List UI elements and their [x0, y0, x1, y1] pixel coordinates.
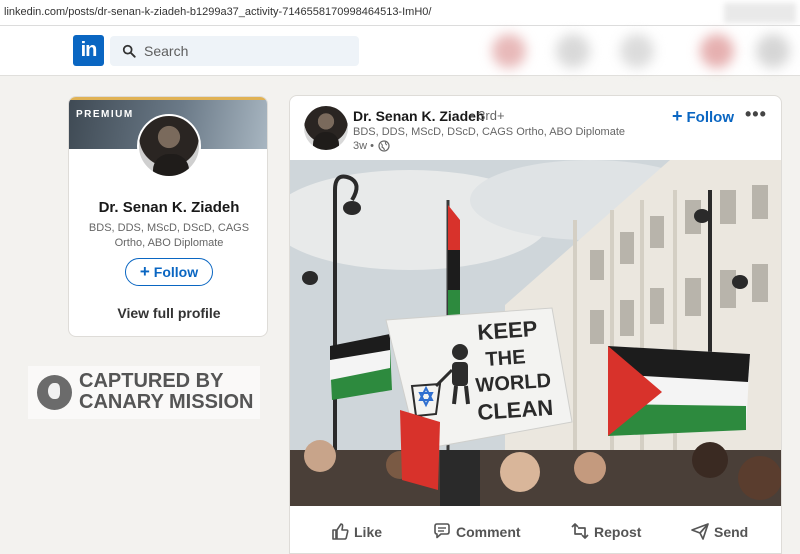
send-button[interactable]: Send [690, 520, 760, 544]
like-label: Like [354, 524, 383, 540]
post-card: Dr. Senan K. Ziadeh • 3rd+ BDS, DDS, MSc… [289, 95, 782, 554]
post-action-bar: Like Comment Repost Send [290, 510, 781, 553]
canary-bird-icon [37, 375, 72, 410]
sign-word-2: THE [485, 346, 526, 371]
view-full-profile-link[interactable]: View full profile [69, 305, 267, 321]
repost-icon [571, 523, 589, 539]
blurred-nav-icon[interactable] [556, 34, 590, 68]
comment-button[interactable]: Comment [432, 520, 532, 544]
profile-credentials: BDS, DDS, MScD, DScD, CAGS Ortho, ABO Di… [88, 222, 250, 249]
blurred-nav-icon[interactable] [700, 34, 734, 68]
connection-degree: • 3rd+ [470, 108, 505, 123]
search-input[interactable] [144, 41, 344, 61]
more-options-icon[interactable]: ••• [745, 104, 767, 125]
profile-avatar[interactable] [137, 114, 201, 178]
profile-follow-button[interactable]: + Follow [125, 258, 213, 286]
comment-icon [434, 523, 450, 539]
plus-icon: + [139, 262, 150, 281]
url-text[interactable]: linkedin.com/posts/dr-senan-k-ziadeh-b12… [4, 6, 431, 18]
follow-label: Follow [153, 264, 199, 280]
post-follow-button[interactable]: + Follow [672, 106, 734, 127]
comment-label: Comment [456, 524, 521, 540]
plus-icon: + [672, 106, 683, 126]
profile-card: PREMIUM Dr. Senan K. Ziadeh BDS, DDS, MS… [68, 96, 268, 337]
sign-word-4: CLEAN [477, 395, 554, 425]
post-image[interactable]: KEEP THE WORLD CLEAN [290, 160, 781, 506]
linkedin-logo[interactable]: in [73, 35, 104, 66]
author-headline: BDS, DDS, MScD, DScD, CAGS Ortho, ABO Di… [353, 126, 626, 138]
post-photo-illustration: KEEP THE WORLD CLEAN [290, 160, 781, 506]
watermark-text: CAPTURED BY CANARY MISSION [79, 371, 253, 413]
globe-icon [378, 140, 390, 152]
post-follow-label: Follow [686, 109, 735, 126]
send-icon [691, 523, 709, 540]
browser-url-bar[interactable]: linkedin.com/posts/dr-senan-k-ziadeh-b12… [0, 0, 800, 26]
blurred-nav-icon[interactable] [620, 34, 654, 68]
author-avatar[interactable] [304, 106, 348, 150]
blurred-browser-controls [724, 3, 796, 23]
watermark-line-2: CANARY MISSION [79, 391, 254, 413]
watermark-line-1: CAPTURED BY [79, 370, 224, 392]
thumbs-up-icon [332, 523, 349, 540]
search-box[interactable] [110, 36, 359, 66]
canary-mission-watermark: CAPTURED BY CANARY MISSION [28, 366, 260, 419]
post-timestamp: 3w • [353, 140, 374, 152]
profile-name[interactable]: Dr. Senan K. Ziadeh [69, 199, 267, 216]
blurred-nav-icon[interactable] [492, 34, 526, 68]
send-label: Send [714, 524, 749, 540]
premium-badge: PREMIUM [76, 109, 134, 120]
repost-label: Repost [594, 524, 642, 540]
like-button[interactable]: Like [330, 520, 400, 544]
search-icon [122, 44, 136, 58]
top-navigation: in [0, 26, 800, 76]
sign-word-1: KEEP [477, 316, 539, 345]
repost-button[interactable]: Repost [570, 520, 660, 544]
post-author-name[interactable]: Dr. Senan K. Ziadeh [353, 108, 484, 124]
blurred-nav-icon[interactable] [756, 34, 790, 68]
